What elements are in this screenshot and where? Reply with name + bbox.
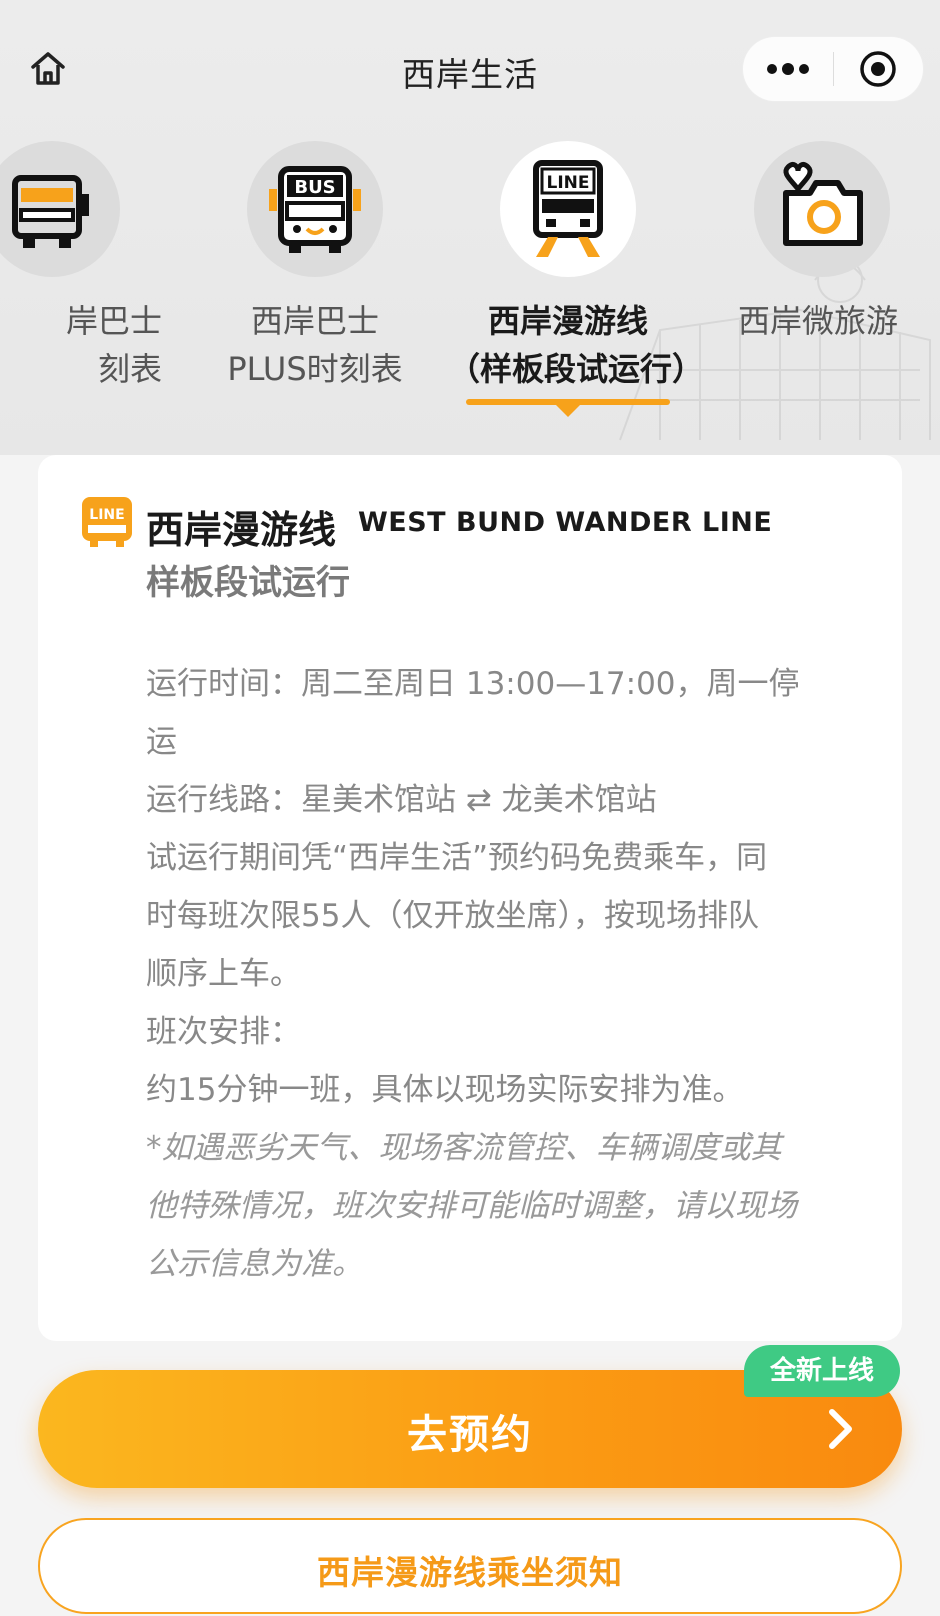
svg-text:LINE: LINE [547,173,590,193]
category-micro-tour[interactable]: 西岸微旅游 [702,135,940,435]
detail-line: 顺序上车。 [146,956,301,992]
new-launch-badge: 全新上线 [744,1345,900,1397]
category-strip: 岸巴士 刻表 BUS 西岸巴士 PLUS时刻表 LINE 西岸漫游线 （样板段试… [0,135,940,455]
category-wander-line[interactable]: LINE 西岸漫游线 （样板段试运行） [448,135,705,435]
line-logo-icon: LINE [82,497,132,547]
mini-program-capsule [742,36,924,102]
book-button-label: 去预约 [407,1412,533,1458]
category-icon-circle: BUS [247,141,383,277]
category-bus-timetable[interactable]: 岸巴士 刻表 [0,135,172,435]
category-label: 西岸巴士 PLUS时刻表 [227,302,403,388]
note-line: *如遇恶劣天气、现场客流管控、车辆调度或其 [146,1130,782,1166]
category-label: 岸巴士 刻表 [65,302,162,388]
active-tab-caret [556,405,580,417]
route-title: 西岸漫游线 [146,508,337,552]
category-icon-circle: LINE [500,141,636,277]
detail-line: 试运行期间凭“西岸生活”预约码免费乘车，同 [146,840,768,876]
close-mini-program-button[interactable] [834,37,924,101]
category-label: 西岸漫游线 （样板段试运行） [448,302,705,388]
route-info-card: LINE 西岸漫游线 WEST BUND WANDER LINE 样板段试运行 … [38,455,902,1341]
riding-notice-button[interactable]: 西岸漫游线乘坐须知 [38,1518,902,1614]
riding-notice-label: 西岸漫游线乘坐须知 [317,1553,623,1592]
note-line: 公示信息为准。 [146,1246,363,1282]
bus-partial-icon [12,175,89,248]
detail-line: 运行时间：周二至周日 13:00—17:00，周一停 [146,666,800,702]
category-bus-plus-timetable[interactable]: BUS 西岸巴士 PLUS时刻表 [195,135,435,435]
detail-line: 运 [146,724,177,760]
navigation-bar: 西岸生活 [0,0,940,135]
category-label: 西岸微旅游 [738,302,899,340]
route-title-en: WEST BUND WANDER LINE [358,507,773,538]
svg-text:LINE: LINE [89,507,124,523]
detail-line: 班次安排： [146,1014,301,1050]
detail-line: 运行线路：星美术馆站 ⇄ 龙美术馆站 [146,782,657,818]
category-icon-circle [0,141,120,277]
detail-line: 时每班次限55人（仅开放坐席），按现场排队 [146,898,759,934]
detail-line: 约15分钟一班，具体以现场实际安排为准。 [146,1072,744,1108]
more-dots-icon [766,63,809,75]
bus-icon: BUS [269,166,361,253]
more-button[interactable] [743,37,833,101]
chevron-right-icon [829,1409,852,1449]
camera-heart-icon [783,162,863,246]
route-details: 运行时间：周二至周日 13:00—17:00，周一停 运 运行线路：星美术馆站 … [146,655,858,1293]
category-icon-circle [754,141,890,277]
svg-text:BUS: BUS [294,177,335,198]
target-circle-icon [860,51,896,87]
line-logo: LINE [80,495,134,549]
route-subtitle: 样板段试运行 [146,563,350,603]
note-line: 他特殊情况，班次安排可能临时调整，请以现场 [146,1188,797,1224]
line-bus-icon: LINE [533,160,603,257]
